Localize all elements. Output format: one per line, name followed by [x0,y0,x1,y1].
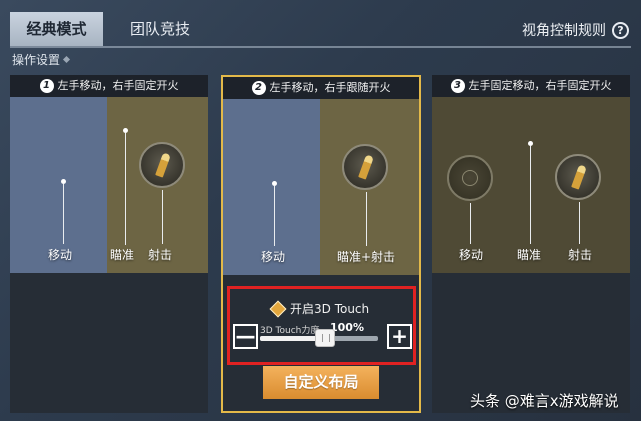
zone-label-aim: 瞄准 [110,248,135,262]
layout-preview: 移动 瞄准 射击 [432,97,630,273]
card-header: 1 左手移动，右手固定开火 [10,75,208,97]
layout-preview: 移动 瞄准 射击 [10,97,208,273]
aim-fire-zone: 瞄准+射击 [320,99,419,275]
tab-classic-mode[interactable]: 经典模式 [10,12,103,46]
guide-line [63,184,64,244]
layout-preview: 移动 瞄准+射击 [223,99,419,275]
control-option-card-1[interactable]: 1 左手移动，右手固定开火 移动 瞄准 射击 [10,75,208,413]
3d-touch-force-label: 3D Touch力度 [260,326,320,336]
zone-label-aim-fire: 瞄准+射击 [337,250,396,264]
3d-touch-percent: 100% [330,321,364,334]
decrease-button[interactable]: — [233,324,258,349]
bullet-icon [358,154,374,180]
number-badge: 1 [39,79,54,93]
guide-line [125,133,126,245]
tab-team-deathmatch[interactable]: 团队竞技 [116,12,204,46]
section-label: 操作设置 [12,51,71,68]
zone-label-fire: 射击 [568,248,593,262]
guide-line [366,192,367,246]
3d-touch-title: 开启3D Touch [290,302,370,316]
zone-label-fire: 射击 [148,248,173,262]
card-header: 3 左手固定移动，右手固定开火 [432,75,630,97]
move-joystick-icon [447,155,493,201]
card-title: 左手固定移动，右手固定开火 [468,79,612,92]
fire-button-icon [139,142,185,188]
guide-line [162,190,163,244]
aim-fire-zone: 瞄准 射击 [107,97,208,273]
bullet-icon [155,152,171,178]
card-title: 左手移动，右手固定开火 [57,79,179,92]
fixed-controls-zone: 移动 瞄准 射击 [432,97,630,273]
number-badge: 3 [450,79,465,93]
zone-label-move: 移动 [261,250,286,264]
card-header: 2 左手移动，右手跟随开火 [223,77,419,99]
force-slider-handle[interactable] [314,329,335,347]
control-option-card-3[interactable]: 3 左手固定移动，右手固定开火 移动 瞄准 射击 [432,75,630,413]
3d-touch-panel: 开启3D Touch — 3D Touch力度 100% + [227,286,416,365]
guide-line [530,146,531,244]
zone-label-move: 移动 [459,248,484,262]
move-zone: 移动 [223,99,320,275]
top-bar: 经典模式 团队竞技 视角控制规则 ? [0,0,641,48]
section-label-text: 操作设置 [12,53,61,67]
guide-line [274,186,275,246]
checkbox-icon[interactable] [269,300,287,317]
3d-touch-toggle[interactable]: 开启3D Touch [269,300,370,317]
custom-layout-button[interactable]: 自定义布局 [263,366,379,399]
zone-label-aim: 瞄准 [517,248,542,262]
move-zone: 移动 [10,97,107,273]
zone-label-move: 移动 [48,248,73,262]
fire-button-icon [342,144,388,190]
rules-label: 视角控制规则 [522,23,606,39]
view-control-rules-link[interactable]: 视角控制规则 ? [522,20,629,40]
watermark: 头条 @难言x游戏解说 [470,392,619,410]
guide-line [579,202,580,244]
fire-button-icon [555,154,601,200]
tab-underline [10,46,631,48]
guide-line [470,203,471,244]
diamond-icon [62,55,71,64]
card-title: 左手移动，右手跟随开火 [269,81,391,94]
help-icon[interactable]: ? [612,21,629,39]
increase-button[interactable]: + [387,324,412,349]
bullet-icon [571,164,587,190]
number-badge: 2 [251,81,266,95]
